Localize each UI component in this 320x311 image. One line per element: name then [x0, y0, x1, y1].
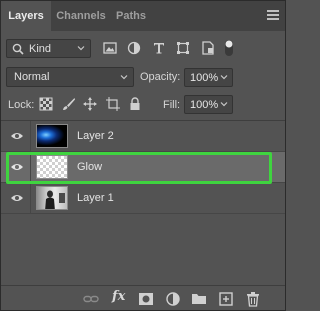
filter-toggle-icon[interactable] [224, 39, 234, 57]
layers-list: Layer 2 Glow Layer 1 [1, 120, 285, 284]
blend-mode-select[interactable]: Normal [6, 67, 134, 87]
panel-tab-bar: Layers Channels Paths [1, 1, 285, 31]
blend-mode-value: Normal [14, 71, 50, 83]
row-divider [30, 152, 31, 183]
layer-thumbnail [36, 124, 68, 148]
photo-figure-icon [45, 190, 65, 209]
fill-value: 100% [190, 99, 219, 111]
eye-icon[interactable] [10, 131, 24, 141]
adjustment-filter-icon[interactable] [126, 40, 142, 56]
lock-label: Lock: [8, 99, 35, 111]
smart-object-filter-icon[interactable] [200, 40, 216, 56]
tab-channels[interactable]: Channels [53, 1, 109, 31]
row-divider [30, 183, 31, 214]
layer-row[interactable]: Layer 2 [1, 121, 285, 152]
shape-filter-icon[interactable] [175, 40, 191, 56]
layer-row[interactable]: Glow [1, 152, 285, 183]
opacity-label: Opacity: [140, 71, 181, 83]
eye-icon[interactable] [10, 193, 24, 203]
image-filter-icon[interactable] [102, 40, 118, 56]
layer-name[interactable]: Layer 1 [77, 192, 114, 204]
tab-paths[interactable]: Paths [113, 1, 149, 31]
layer-thumbnail [36, 155, 68, 179]
chevron-down-icon [77, 46, 85, 51]
layers-panel: Layers Channels Paths Kind Normal Opacit… [0, 0, 286, 311]
layer-thumbnail [36, 186, 68, 210]
layer-style-icon[interactable]: fx [112, 289, 125, 304]
lock-all-icon[interactable] [128, 97, 142, 111]
layer-name[interactable]: Glow [77, 161, 102, 173]
add-mask-icon[interactable] [138, 291, 154, 307]
group-folder-icon[interactable] [191, 291, 207, 307]
delete-icon[interactable] [245, 291, 261, 307]
layer-row[interactable]: Layer 1 [1, 183, 285, 214]
lock-position-icon[interactable] [83, 97, 97, 111]
chevron-down-icon [120, 75, 128, 80]
link-layers-icon[interactable] [83, 291, 99, 307]
bottom-toolbar: fx [1, 285, 285, 310]
chevron-down-icon[interactable] [219, 72, 229, 82]
new-layer-icon[interactable] [218, 291, 234, 307]
filter-kind-label: Kind [29, 43, 52, 55]
tab-layers[interactable]: Layers [1, 1, 51, 31]
eye-icon[interactable] [10, 162, 24, 172]
chevron-down-icon[interactable] [219, 99, 229, 109]
row-divider [30, 121, 31, 152]
lock-image-pixels-icon[interactable] [62, 97, 76, 111]
panel-menu-icon[interactable] [267, 10, 279, 20]
filter-kind-select[interactable]: Kind [6, 39, 91, 58]
adjustment-layer-icon[interactable] [165, 291, 181, 307]
layer-name[interactable]: Layer 2 [77, 130, 114, 142]
type-filter-icon[interactable] [151, 40, 167, 56]
fill-label: Fill: [163, 99, 181, 111]
search-icon [12, 43, 24, 55]
lock-transparent-pixels-icon[interactable] [39, 97, 53, 111]
lock-artboard-icon[interactable] [106, 97, 120, 111]
opacity-value: 100% [190, 72, 219, 84]
